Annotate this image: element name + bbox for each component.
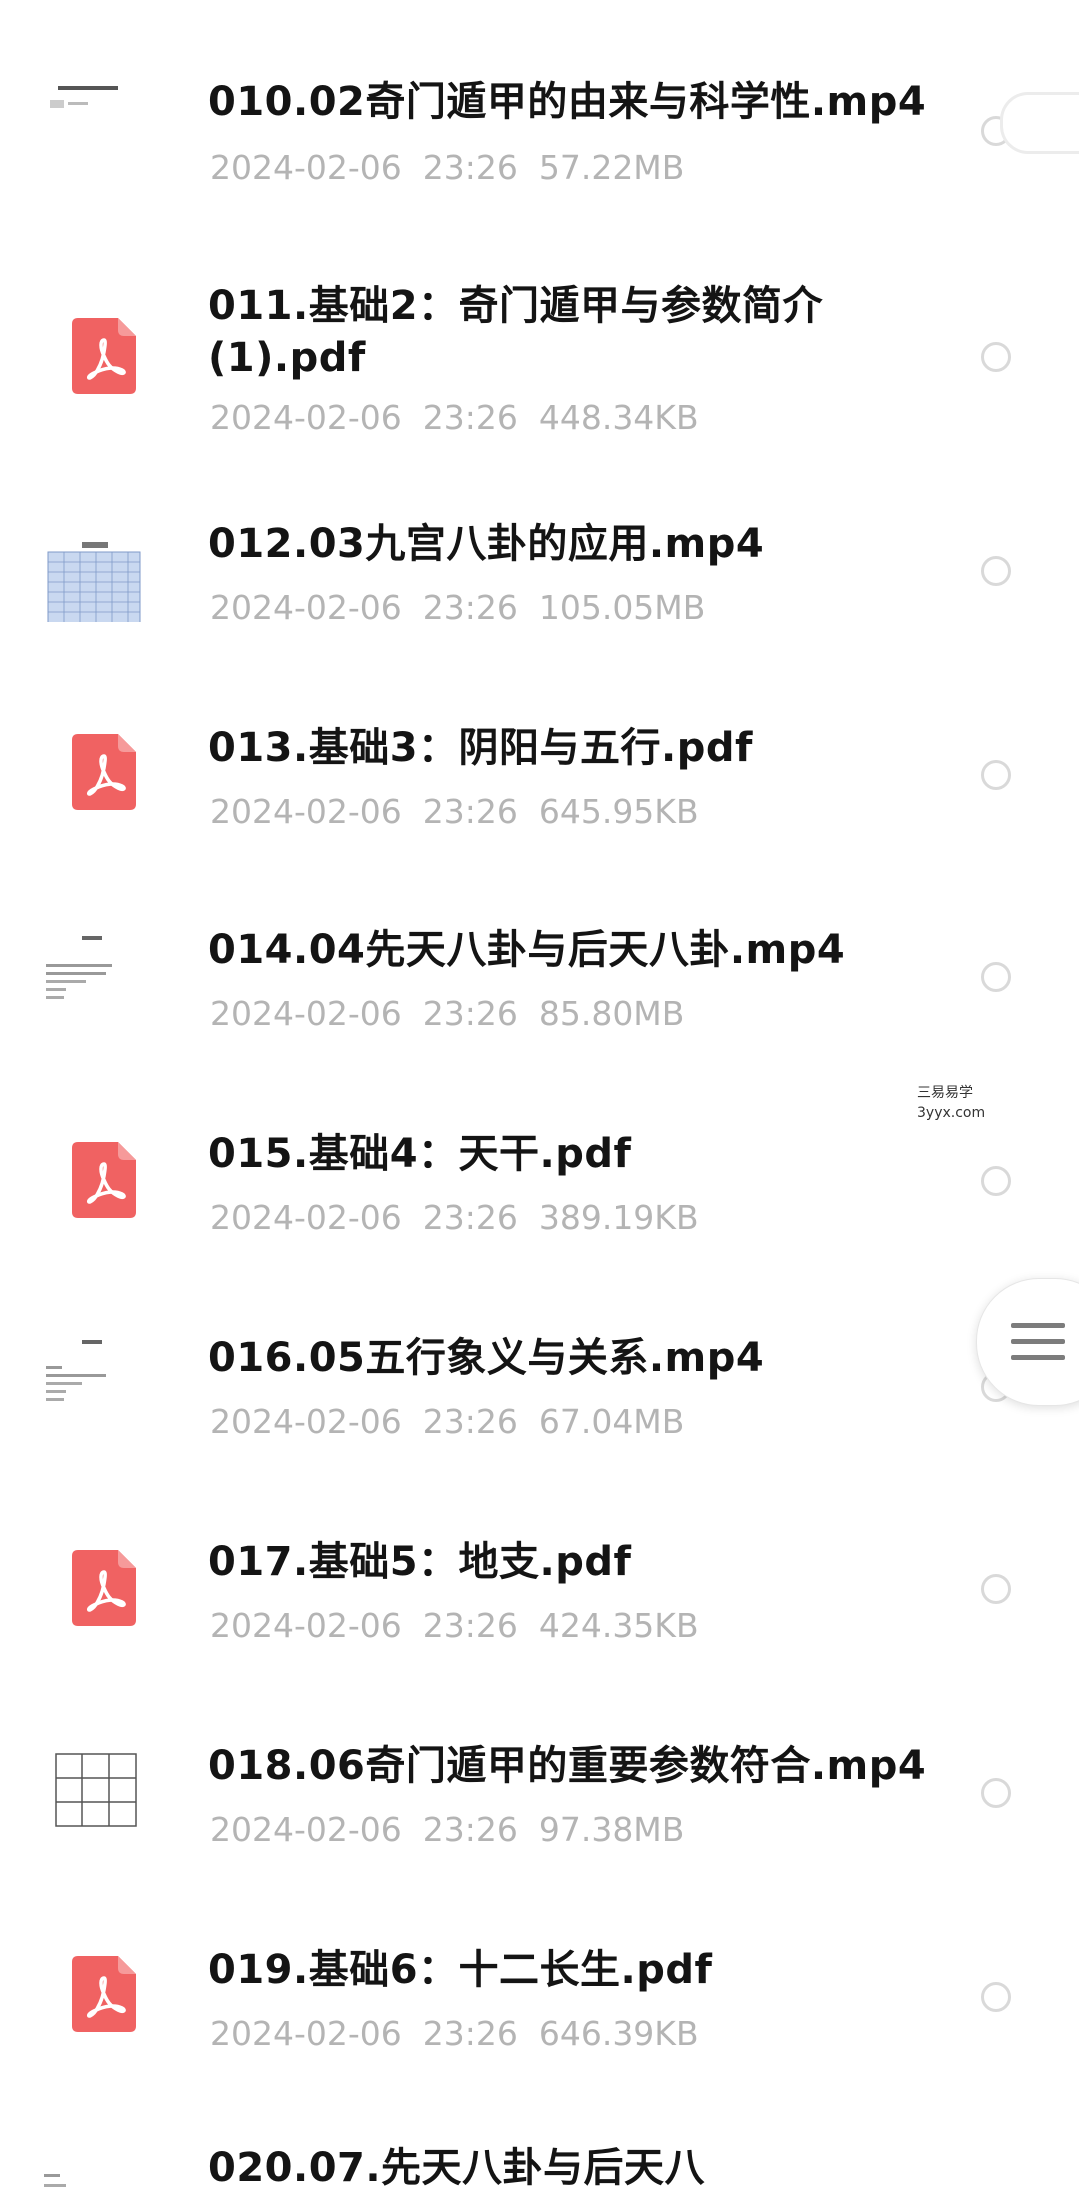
select-radio[interactable]: [981, 1574, 1011, 1604]
file-name: 012.03九宫八卦的应用.mp4: [208, 521, 765, 567]
file-name: 015.基础4：天干.pdf: [208, 1131, 632, 1177]
file-meta: 2024-02-06 23:26 645.95KB: [210, 792, 699, 831]
file-name: 019.基础6：十二长生.pdf: [208, 1947, 713, 1993]
file-name: 013.基础3：阴阳与五行.pdf: [208, 725, 753, 771]
list-item[interactable]: 016.05五行象义与关系.mp4 2024-02-06 23:26 67.04…: [0, 1300, 1079, 1500]
list-item[interactable]: 013.基础3：阴阳与五行.pdf 2024-02-06 23:26 645.9…: [0, 700, 1079, 900]
file-meta: 2024-02-06 23:26 389.19KB: [210, 1198, 699, 1237]
video-thumbnail-icon: [44, 1744, 144, 1844]
video-thumbnail-icon: [44, 922, 144, 1022]
file-name: 014.04先天八卦与后天八卦.mp4: [208, 927, 846, 973]
select-radio[interactable]: [981, 1778, 1011, 1808]
video-thumbnail-icon: [44, 1330, 144, 1430]
list-item[interactable]: 014.04先天八卦与后天八卦.mp4 2024-02-06 23:26 85.…: [0, 900, 1079, 1100]
video-thumbnail-icon: [44, 522, 144, 622]
file-meta: 2024-02-06 23:26 424.35KB: [210, 1606, 699, 1645]
list-item[interactable]: 010.02奇门遁甲的由来与科学性.mp4 2024-02-06 23:26 5…: [0, 0, 1079, 200]
select-radio[interactable]: [981, 342, 1011, 372]
file-meta: 2024-02-06 23:26 85.80MB: [210, 994, 685, 1033]
list-item[interactable]: 020.07.先天八卦与后天八: [0, 2100, 1079, 2204]
list-item[interactable]: 017.基础5：地支.pdf 2024-02-06 23:26 424.35KB: [0, 1500, 1079, 1700]
pdf-icon: [72, 1956, 136, 2032]
file-meta: 2024-02-06 23:26 57.22MB: [210, 148, 685, 187]
file-meta: 2024-02-06 23:26 646.39KB: [210, 2014, 699, 2053]
list-item[interactable]: 015.基础4：天干.pdf 2024-02-06 23:26 389.19KB: [0, 1100, 1079, 1300]
select-radio[interactable]: [981, 1982, 1011, 2012]
file-meta: 2024-02-06 23:26 97.38MB: [210, 1810, 685, 1849]
pdf-icon: [72, 318, 136, 394]
list-item[interactable]: 019.基础6：十二长生.pdf 2024-02-06 23:26 646.39…: [0, 1900, 1079, 2100]
select-radio[interactable]: [981, 556, 1011, 586]
video-thumbnail-icon: [44, 50, 144, 150]
file-name: 017.基础5：地支.pdf: [208, 1539, 632, 1585]
file-meta: 2024-02-06 23:26 105.05MB: [210, 588, 706, 627]
pdf-icon: [72, 1550, 136, 1626]
scroll-handle-top[interactable]: [1000, 92, 1079, 154]
file-name: 016.05五行象义与关系.mp4: [208, 1335, 765, 1381]
select-radio[interactable]: [981, 1166, 1011, 1196]
file-name: 018.06奇门遁甲的重要参数符合.mp4: [208, 1743, 927, 1789]
pdf-icon: [72, 1142, 136, 1218]
select-radio[interactable]: [981, 962, 1011, 992]
select-radio[interactable]: [981, 760, 1011, 790]
list-item[interactable]: 012.03九宫八卦的应用.mp4 2024-02-06 23:26 105.0…: [0, 500, 1079, 700]
file-meta: 2024-02-06 23:26 448.34KB: [210, 398, 699, 437]
watermark: 三易易学 3yyx.com: [917, 1085, 986, 1121]
file-name: 011.基础2：奇门遁甲与参数简介(1).pdf: [208, 283, 824, 381]
file-meta: 2024-02-06 23:26 67.04MB: [210, 1402, 685, 1441]
video-thumbnail-icon: [44, 2170, 144, 2204]
list-item[interactable]: 011.基础2：奇门遁甲与参数简介(1).pdf 2024-02-06 23:2…: [0, 200, 1079, 437]
list-item[interactable]: 018.06奇门遁甲的重要参数符合.mp4 2024-02-06 23:26 9…: [0, 1700, 1079, 1900]
pdf-icon: [72, 734, 136, 810]
file-name: 020.07.先天八卦与后天八: [208, 2145, 706, 2191]
file-name: 010.02奇门遁甲的由来与科学性.mp4: [208, 79, 927, 125]
